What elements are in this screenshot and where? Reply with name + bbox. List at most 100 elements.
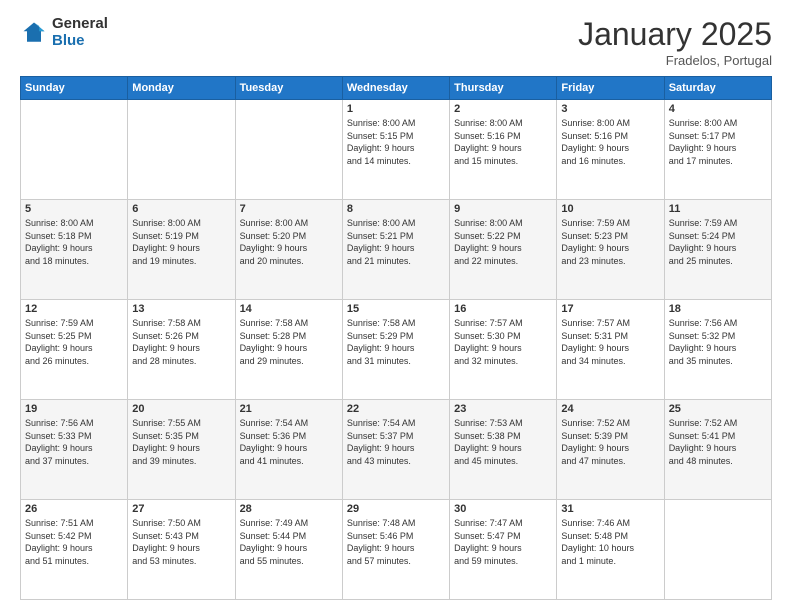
day-info: Sunrise: 7:58 AM Sunset: 5:29 PM Dayligh… — [347, 317, 445, 367]
day-info: Sunrise: 7:48 AM Sunset: 5:46 PM Dayligh… — [347, 517, 445, 567]
day-info: Sunrise: 7:47 AM Sunset: 5:47 PM Dayligh… — [454, 517, 552, 567]
calendar-cell: 18 Sunrise: 7:56 AM Sunset: 5:32 PM Dayli… — [664, 300, 771, 400]
calendar-cell: 16Sunrise: 7:57 AM Sunset: 5:30 PM Dayli… — [450, 300, 557, 400]
week-row-5: 26 Sunrise: 7:51 AM Sunset: 5:42 PM Dayli… — [21, 500, 772, 600]
day-info: Sunrise: 7:52 AM Sunset: 5:41 PM Dayligh… — [669, 417, 767, 467]
day-number: 24 — [561, 403, 659, 415]
calendar-cell: 13 Sunrise: 7:58 AM Sunset: 5:26 PM Dayli… — [128, 300, 235, 400]
calendar-cell — [664, 500, 771, 600]
day-number: 7 — [240, 203, 338, 215]
day-info: Sunrise: 7:53 AM Sunset: 5:38 PM Dayligh… — [454, 417, 552, 467]
calendar-cell: 30 Sunrise: 7:47 AM Sunset: 5:47 PM Dayli… — [450, 500, 557, 600]
calendar-cell: 2Sunrise: 8:00 AM Sunset: 5:16 PM Daylig… — [450, 100, 557, 200]
day-info: Sunrise: 7:49 AM Sunset: 5:44 PM Dayligh… — [240, 517, 338, 567]
day-number: 9 — [454, 203, 552, 215]
header-row: SundayMondayTuesdayWednesdayThursdayFrid… — [21, 77, 772, 100]
week-row-1: 1 Sunrise: 8:00 AM Sunset: 5:15 PM Daylig… — [21, 100, 772, 200]
day-number: 27 — [132, 503, 230, 515]
day-number: 4 — [669, 103, 767, 115]
calendar-cell: 22 Sunrise: 7:54 AM Sunset: 5:37 PM Dayli… — [342, 400, 449, 500]
day-info: Sunrise: 7:57 AM Sunset: 5:31 PM Dayligh… — [561, 317, 659, 367]
day-info: Sunrise: 8:00 AM Sunset: 5:16 PM Dayligh… — [561, 117, 659, 167]
day-number: 15 — [347, 303, 445, 315]
calendar-table: SundayMondayTuesdayWednesdayThursdayFrid… — [20, 76, 772, 600]
day-info: Sunrise: 7:46 AM Sunset: 5:48 PM Dayligh… — [561, 517, 659, 567]
day-number: 6 — [132, 203, 230, 215]
day-number: 21 — [240, 403, 338, 415]
day-number: 17 — [561, 303, 659, 315]
day-info: Sunrise: 8:00 AM Sunset: 5:15 PM Dayligh… — [347, 117, 445, 167]
day-number: 5 — [25, 203, 123, 215]
logo-icon — [20, 19, 48, 47]
calendar-cell: 24 Sunrise: 7:52 AM Sunset: 5:39 PM Dayli… — [557, 400, 664, 500]
col-header-tuesday: Tuesday — [235, 77, 342, 100]
day-info: Sunrise: 7:54 AM Sunset: 5:37 PM Dayligh… — [347, 417, 445, 467]
calendar-cell: 14 Sunrise: 7:58 AM Sunset: 5:28 PM Dayli… — [235, 300, 342, 400]
day-info: Sunrise: 7:58 AM Sunset: 5:26 PM Dayligh… — [132, 317, 230, 367]
calendar-cell: 7Sunrise: 8:00 AM Sunset: 5:20 PM Daylig… — [235, 200, 342, 300]
day-info: Sunrise: 7:55 AM Sunset: 5:35 PM Dayligh… — [132, 417, 230, 467]
calendar-cell: 3Sunrise: 8:00 AM Sunset: 5:16 PM Daylig… — [557, 100, 664, 200]
calendar-cell: 4Sunrise: 8:00 AM Sunset: 5:17 PM Daylig… — [664, 100, 771, 200]
day-info: Sunrise: 7:59 AM Sunset: 5:25 PM Dayligh… — [25, 317, 123, 367]
calendar-cell: 25Sunrise: 7:52 AM Sunset: 5:41 PM Dayli… — [664, 400, 771, 500]
calendar-cell: 9 Sunrise: 8:00 AM Sunset: 5:22 PM Daylig… — [450, 200, 557, 300]
title-area: January 2025 Fradelos, Portugal — [578, 16, 772, 68]
calendar-cell: 17 Sunrise: 7:57 AM Sunset: 5:31 PM Dayli… — [557, 300, 664, 400]
day-number: 12 — [25, 303, 123, 315]
calendar-cell: 10Sunrise: 7:59 AM Sunset: 5:23 PM Dayli… — [557, 200, 664, 300]
day-number: 8 — [347, 203, 445, 215]
calendar-cell: 5 Sunrise: 8:00 AM Sunset: 5:18 PM Daylig… — [21, 200, 128, 300]
calendar-cell: 19 Sunrise: 7:56 AM Sunset: 5:33 PM Dayli… — [21, 400, 128, 500]
day-info: Sunrise: 7:51 AM Sunset: 5:42 PM Dayligh… — [25, 517, 123, 567]
day-info: Sunrise: 7:54 AM Sunset: 5:36 PM Dayligh… — [240, 417, 338, 467]
calendar-cell: 27 Sunrise: 7:50 AM Sunset: 5:43 PM Dayli… — [128, 500, 235, 600]
day-info: Sunrise: 8:00 AM Sunset: 5:19 PM Dayligh… — [132, 217, 230, 267]
day-number: 16 — [454, 303, 552, 315]
calendar-cell: 6 Sunrise: 8:00 AM Sunset: 5:19 PM Daylig… — [128, 200, 235, 300]
calendar-cell: 12 Sunrise: 7:59 AM Sunset: 5:25 PM Dayli… — [21, 300, 128, 400]
day-number: 11 — [669, 203, 767, 215]
day-number: 18 — [669, 303, 767, 315]
logo-general-text: General — [52, 16, 108, 33]
day-number: 29 — [347, 503, 445, 515]
calendar-cell — [21, 100, 128, 200]
day-number: 20 — [132, 403, 230, 415]
col-header-wednesday: Wednesday — [342, 77, 449, 100]
col-header-friday: Friday — [557, 77, 664, 100]
day-number: 10 — [561, 203, 659, 215]
calendar-cell: 21 Sunrise: 7:54 AM Sunset: 5:36 PM Dayli… — [235, 400, 342, 500]
day-number: 23 — [454, 403, 552, 415]
calendar-cell: 8 Sunrise: 8:00 AM Sunset: 5:21 PM Daylig… — [342, 200, 449, 300]
day-number: 30 — [454, 503, 552, 515]
calendar-cell: 15 Sunrise: 7:58 AM Sunset: 5:29 PM Dayli… — [342, 300, 449, 400]
day-info: Sunrise: 8:00 AM Sunset: 5:18 PM Dayligh… — [25, 217, 123, 267]
day-number: 22 — [347, 403, 445, 415]
location: Fradelos, Portugal — [578, 53, 772, 68]
day-info: Sunrise: 7:56 AM Sunset: 5:33 PM Dayligh… — [25, 417, 123, 467]
day-number: 13 — [132, 303, 230, 315]
day-info: Sunrise: 7:58 AM Sunset: 5:28 PM Dayligh… — [240, 317, 338, 367]
month-title: January 2025 — [578, 16, 772, 53]
header: General Blue January 2025 Fradelos, Port… — [20, 16, 772, 68]
day-number: 19 — [25, 403, 123, 415]
calendar-cell: 29 Sunrise: 7:48 AM Sunset: 5:46 PM Dayli… — [342, 500, 449, 600]
day-number: 14 — [240, 303, 338, 315]
page: General Blue January 2025 Fradelos, Port… — [0, 0, 792, 612]
day-info: Sunrise: 8:00 AM Sunset: 5:22 PM Dayligh… — [454, 217, 552, 267]
calendar-cell: 1 Sunrise: 8:00 AM Sunset: 5:15 PM Daylig… — [342, 100, 449, 200]
day-info: Sunrise: 7:50 AM Sunset: 5:43 PM Dayligh… — [132, 517, 230, 567]
week-row-2: 5 Sunrise: 8:00 AM Sunset: 5:18 PM Daylig… — [21, 200, 772, 300]
logo-blue-text: Blue — [52, 33, 108, 50]
day-number: 26 — [25, 503, 123, 515]
day-info: Sunrise: 7:56 AM Sunset: 5:32 PM Dayligh… — [669, 317, 767, 367]
day-info: Sunrise: 8:00 AM Sunset: 5:21 PM Dayligh… — [347, 217, 445, 267]
day-number: 1 — [347, 103, 445, 115]
calendar-cell: 28 Sunrise: 7:49 AM Sunset: 5:44 PM Dayli… — [235, 500, 342, 600]
week-row-3: 12 Sunrise: 7:59 AM Sunset: 5:25 PM Dayli… — [21, 300, 772, 400]
calendar-cell: 11 Sunrise: 7:59 AM Sunset: 5:24 PM Dayli… — [664, 200, 771, 300]
day-info: Sunrise: 7:59 AM Sunset: 5:24 PM Dayligh… — [669, 217, 767, 267]
day-info: Sunrise: 7:52 AM Sunset: 5:39 PM Dayligh… — [561, 417, 659, 467]
calendar-cell: 20 Sunrise: 7:55 AM Sunset: 5:35 PM Dayli… — [128, 400, 235, 500]
day-number: 28 — [240, 503, 338, 515]
